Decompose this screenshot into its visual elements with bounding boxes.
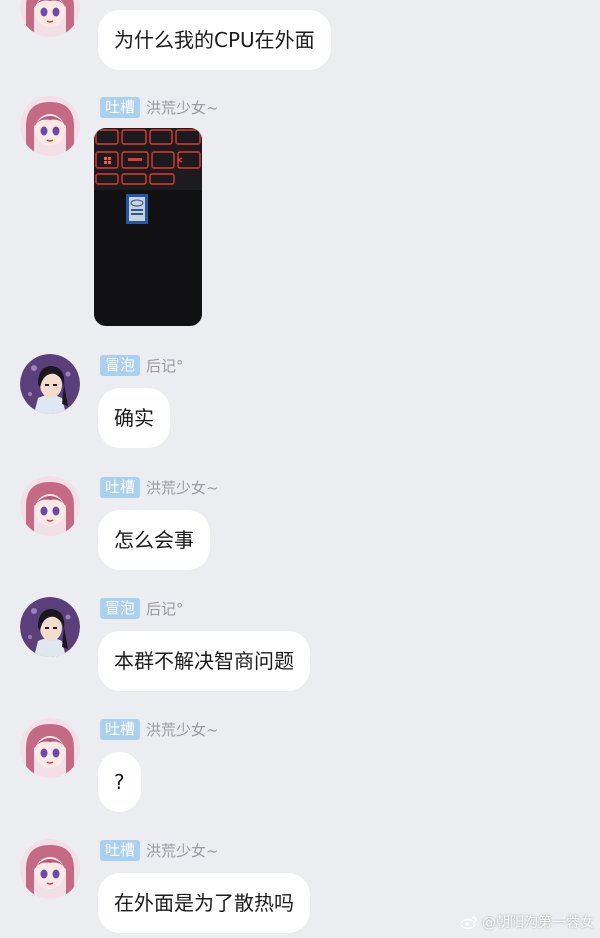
message-bubble[interactable]: 为什么我的CPU在外面 (98, 10, 331, 70)
title-badge: 吐槽 (100, 718, 141, 740)
title-badge: 吐槽 (100, 96, 141, 118)
title-badge: 冒泡 (100, 597, 141, 619)
photo-attachment[interactable] (94, 128, 202, 326)
sender-meta: 吐槽 洪荒少女~ (100, 476, 219, 498)
title-badge: 吐槽 (100, 476, 141, 498)
message-bubble[interactable]: ? (98, 752, 141, 812)
sender-meta: 吐槽 洪荒少女~ (100, 96, 219, 118)
sender-nickname[interactable]: 后记° (146, 355, 184, 376)
avatar-pink-girl[interactable] (20, 476, 80, 536)
avatar-dark-hair-guy[interactable] (20, 597, 80, 657)
sender-nickname[interactable]: 洪荒少女~ (146, 97, 219, 118)
watermark-text: @朝阳沟第一蓉女 (482, 915, 594, 931)
keyboard-photo-image (94, 128, 202, 326)
sender-nickname[interactable]: 洪荒少女~ (146, 719, 219, 740)
weibo-watermark: @朝阳沟第一蓉女 (460, 912, 594, 932)
sender-meta: 吐槽 洪荒少女~ (100, 839, 219, 861)
sender-meta: 冒泡 后记° (100, 597, 184, 619)
sender-nickname[interactable]: 洪荒少女~ (146, 840, 219, 861)
message-bubble[interactable]: 在外面是为了散热吗 (98, 873, 310, 933)
title-badge: 冒泡 (100, 354, 141, 376)
sender-nickname[interactable]: 后记° (146, 598, 184, 619)
avatar-pink-girl[interactable] (20, 718, 80, 778)
message-bubble[interactable]: 确实 (98, 388, 170, 448)
sender-nickname[interactable]: 洪荒少女~ (146, 477, 219, 498)
avatar-pink-girl[interactable] (20, 839, 80, 899)
weibo-icon (460, 915, 478, 930)
message-bubble[interactable]: 本群不解决智商问题 (98, 631, 310, 691)
message-bubble[interactable]: 怎么会事 (98, 510, 210, 570)
avatar-dark-hair-guy[interactable] (20, 354, 80, 414)
sender-meta: 吐槽 洪荒少女~ (100, 718, 219, 740)
title-badge: 吐槽 (100, 839, 141, 861)
avatar-pink-girl[interactable] (20, 96, 80, 156)
avatar-pink-girl[interactable] (20, 0, 80, 37)
sender-meta: 冒泡 后记° (100, 354, 184, 376)
